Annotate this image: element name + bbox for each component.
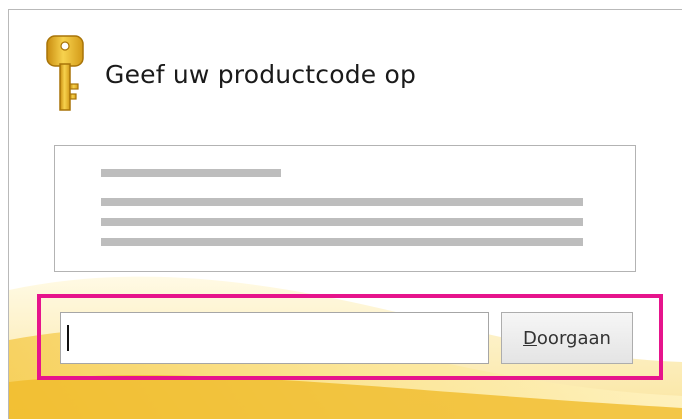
continue-button-label: oorgaan (536, 327, 611, 349)
continue-button[interactable]: Doorgaan (501, 312, 633, 364)
dialog-title: Geef uw productcode op (105, 60, 417, 89)
instructions-placeholder (54, 145, 636, 272)
placeholder-text-line (101, 169, 281, 177)
product-key-dialog: Geef uw productcode op Doorgaan (8, 9, 682, 419)
text-caret (67, 325, 69, 351)
placeholder-text-line (101, 198, 583, 206)
key-icon (46, 35, 84, 111)
continue-button-mnemonic: D (523, 327, 537, 349)
placeholder-text-line (101, 218, 583, 226)
product-key-input[interactable] (60, 312, 489, 364)
placeholder-text-line (101, 238, 583, 246)
